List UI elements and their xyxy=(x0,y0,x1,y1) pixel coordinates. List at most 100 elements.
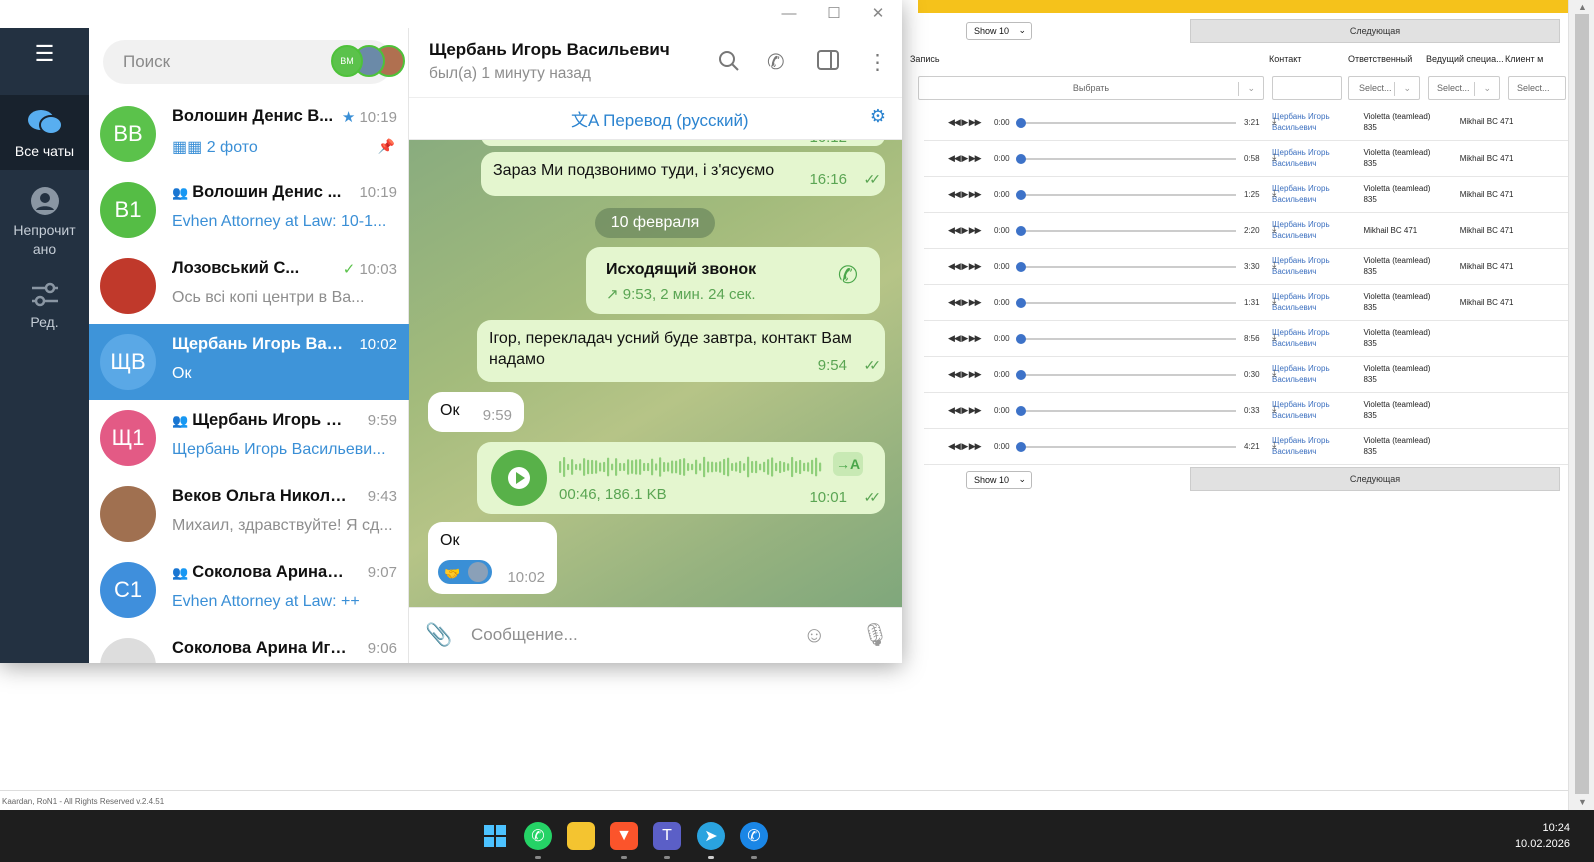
chat-row[interactable]: В1 👥 Волошин Денис ... 10:19 Evhen Attorney … xyxy=(89,172,409,248)
stories-avatars[interactable]: ВМ xyxy=(331,45,405,79)
player-seek-track[interactable] xyxy=(1020,302,1236,304)
player-seek-track[interactable] xyxy=(1020,194,1236,196)
chat-row[interactable]: Соколова Арина Игор... 9:06 xyxy=(89,628,409,663)
message-bubble-in[interactable]: Ок 🤝 10:02 xyxy=(428,522,557,594)
telegram-taskbar-icon[interactable]: ➤ xyxy=(697,822,725,850)
search-input[interactable]: Поиск ВМ xyxy=(103,40,405,84)
lead-filter-select[interactable]: Select... ⌄ xyxy=(1428,76,1500,100)
download-icon[interactable]: ⤓ xyxy=(1272,188,1276,199)
maximize-icon[interactable]: ☐ xyxy=(819,4,849,24)
player-seek-knob[interactable] xyxy=(1016,442,1026,452)
minimize-icon[interactable]: — xyxy=(774,4,804,24)
contact-link[interactable]: Щербань Игорь Васильевич xyxy=(1272,399,1348,421)
contact-link[interactable]: Щербань Игорь Васильевич xyxy=(1272,111,1348,133)
download-icon[interactable]: ⤓ xyxy=(1272,152,1276,163)
scroll-up-icon[interactable]: ▲ xyxy=(1578,2,1587,12)
download-icon[interactable]: ⤓ xyxy=(1272,368,1276,379)
teams-icon[interactable]: T xyxy=(653,822,681,850)
player-seek-knob[interactable] xyxy=(1016,226,1026,236)
emoji-icon[interactable]: ☺ xyxy=(803,622,825,648)
column-header-contact[interactable]: Контакт xyxy=(1269,54,1301,64)
player-seek-track[interactable] xyxy=(1020,158,1236,160)
player-controls-icon[interactable]: ◀◀ ▶ ▶▶ xyxy=(948,369,982,380)
column-header-client[interactable]: Клиент м xyxy=(1505,54,1565,64)
contact-link[interactable]: Щербань Игорь Васильевич xyxy=(1272,219,1348,241)
show-entries-select-top[interactable]: Show 10 ⌄ xyxy=(966,22,1032,40)
player-seek-knob[interactable] xyxy=(1016,262,1026,272)
scroll-down-icon[interactable]: ▼ xyxy=(1578,797,1587,807)
window-titlebar[interactable]: — ☐ ✕ xyxy=(0,0,902,28)
next-page-button-top[interactable]: Следующая xyxy=(1190,19,1560,43)
player-seek-knob[interactable] xyxy=(1016,154,1026,164)
player-controls-icon[interactable]: ◀◀ ▶ ▶▶ xyxy=(948,117,982,128)
column-header-responsible[interactable]: Ответственный xyxy=(1348,54,1412,64)
chat-row[interactable]: С1 👥 Соколова Арина И... 9:07 Evhen Attorney… xyxy=(89,552,409,628)
call-bubble[interactable]: Исходящий звонок ↗ 9:53, 2 мин. 24 сек. … xyxy=(586,247,880,314)
responsible-filter-select[interactable]: Select... ⌄ xyxy=(1348,76,1420,100)
record-filter-select[interactable]: Выбрать ⌄ xyxy=(918,76,1264,100)
more-options-icon[interactable]: ⋮ xyxy=(867,50,888,75)
player-controls-icon[interactable]: ◀◀ ▶ ▶▶ xyxy=(948,405,982,416)
download-icon[interactable]: ⤓ xyxy=(1272,296,1276,307)
phone-app-icon[interactable]: ✆ xyxy=(740,822,768,850)
player-seek-track[interactable] xyxy=(1020,230,1236,232)
contact-filter-input[interactable] xyxy=(1272,76,1342,100)
show-entries-select-bottom[interactable]: Show 10 ⌄ xyxy=(966,471,1032,489)
player-seek-knob[interactable] xyxy=(1016,117,1026,128)
player-seek-track[interactable] xyxy=(1020,338,1236,340)
download-icon[interactable]: ⤓ xyxy=(1272,332,1276,343)
voice-waveform[interactable] xyxy=(559,454,823,480)
phone-call-icon[interactable]: ✆ xyxy=(767,50,785,75)
player-seek-track[interactable] xyxy=(1020,410,1236,412)
player-seek-knob[interactable] xyxy=(1016,190,1026,200)
translate-settings-icon[interactable]: ⚙ xyxy=(870,106,886,127)
column-header-record[interactable]: Запись xyxy=(910,54,940,64)
player-seek-knob[interactable] xyxy=(1016,334,1026,344)
chat-row[interactable]: Щ1 👥 Щербань Игорь Ва... 9:59 Щербань Игорь … xyxy=(89,400,409,476)
contact-link[interactable]: Щербань Игорь Васильевич xyxy=(1272,363,1348,385)
player-seek-track[interactable] xyxy=(1020,121,1236,124)
contact-link[interactable]: Щербань Игорь Васильевич xyxy=(1272,327,1348,349)
hamburger-menu-icon[interactable]: ☰ xyxy=(0,43,89,65)
folder-all-chats[interactable]: Все чаты xyxy=(0,95,89,170)
folder-unread[interactable]: Непрочит ано xyxy=(0,186,89,259)
transcribe-button[interactable]: →A xyxy=(833,452,863,476)
player-controls-icon[interactable]: ◀◀ ▶ ▶▶ xyxy=(948,261,982,272)
download-icon[interactable]: ⤓ xyxy=(1272,440,1276,451)
message-input[interactable]: Сообщение... xyxy=(471,625,578,645)
windows-start-icon[interactable] xyxy=(481,822,509,850)
contact-link[interactable]: Щербань Игорь Васильевич xyxy=(1272,255,1348,277)
voice-message-bubble[interactable]: →A 00:46, 186.1 KB 10:01 ✓✓ xyxy=(477,442,885,514)
microphone-icon[interactable]: 🎙 xyxy=(861,622,889,648)
player-controls-icon[interactable]: ◀◀ ▶ ▶▶ xyxy=(948,441,982,452)
chat-row[interactable]: ВВ Волошин Денис В... ★ 10:19 ▦▦ 2 фото 📌 xyxy=(89,96,409,172)
download-icon[interactable]: ⤓ xyxy=(1272,116,1276,127)
folder-edit[interactable]: Ред. xyxy=(0,282,89,332)
contact-link[interactable]: Щербань Игорь Васильевич xyxy=(1272,291,1348,313)
contact-link[interactable]: Щербань Игорь Васильевич xyxy=(1272,435,1348,457)
search-icon[interactable] xyxy=(718,50,740,78)
translate-label[interactable]: 文A Перевод (русский) xyxy=(571,106,749,131)
player-seek-track[interactable] xyxy=(1020,446,1236,448)
page-scrollbar[interactable]: ▲ ▼ xyxy=(1568,0,1594,810)
translate-bar[interactable]: 文A Перевод (русский) ⚙ xyxy=(409,98,902,140)
contact-link[interactable]: Щербань Игорь Васильевич xyxy=(1272,147,1348,169)
whatsapp-icon[interactable]: ✆ xyxy=(524,822,552,850)
file-explorer-icon[interactable] xyxy=(567,822,595,850)
chat-row[interactable]: Лозовський С... ✓ 10:03 Ось всі копі центр… xyxy=(89,248,409,324)
player-controls-icon[interactable]: ◀◀ ▶ ▶▶ xyxy=(948,333,982,344)
attach-icon[interactable]: 📎 xyxy=(425,622,452,648)
column-header-lead[interactable]: Ведущий специа... xyxy=(1426,54,1504,64)
close-icon[interactable]: ✕ xyxy=(863,4,893,24)
player-seek-knob[interactable] xyxy=(1016,370,1026,380)
chat-row[interactable]: ЩВ Щербань Игорь Вас... 10:02 Ок xyxy=(89,324,409,400)
player-seek-knob[interactable] xyxy=(1016,298,1026,308)
sidebar-toggle-icon[interactable] xyxy=(817,50,839,76)
message-bubble-out[interactable]: Ігор, перекладач усний буде завтра, конт… xyxy=(477,320,885,382)
brave-browser-icon[interactable]: ▼ xyxy=(610,822,638,850)
player-seek-knob[interactable] xyxy=(1016,406,1026,416)
next-page-button-bottom[interactable]: Следующая xyxy=(1190,467,1560,491)
player-controls-icon[interactable]: ◀◀ ▶ ▶▶ xyxy=(948,153,982,164)
player-controls-icon[interactable]: ◀◀ ▶ ▶▶ xyxy=(948,225,982,236)
player-controls-icon[interactable]: ◀◀ ▶ ▶▶ xyxy=(948,297,982,308)
